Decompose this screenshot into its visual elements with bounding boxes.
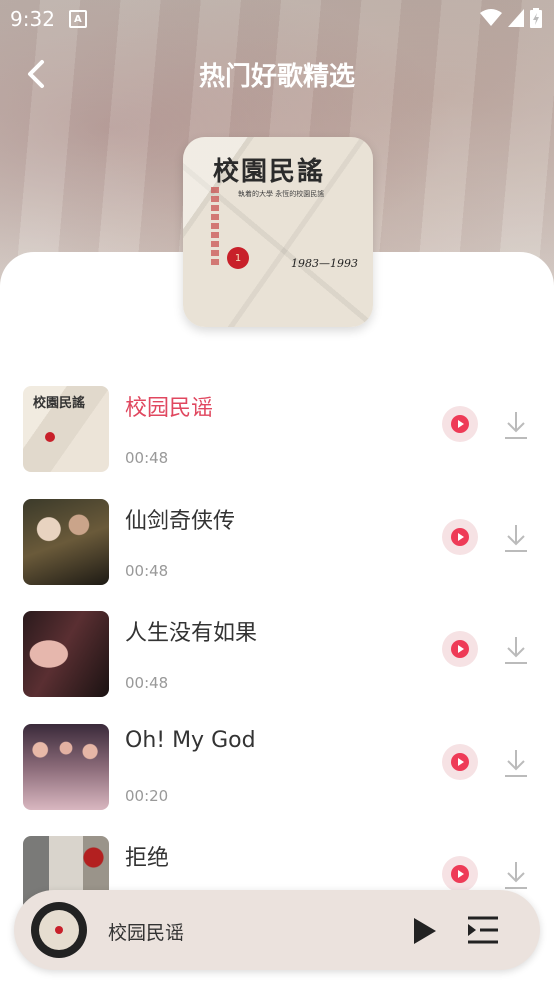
album-cover-decoration	[211, 187, 219, 267]
song-duration: 00:48	[125, 561, 169, 580]
song-title: 人生没有如果	[125, 621, 258, 646]
album-cover-art: 校園民謠 執着的大學 永恆的校園民謠 1 1983—1993	[183, 137, 373, 327]
download-icon[interactable]	[503, 635, 529, 665]
page-title: 热门好歌精选	[198, 62, 355, 92]
play-button[interactable]	[442, 743, 478, 780]
wifi-icon	[480, 9, 502, 26]
song-list: 校園民謠 校园民谣 00:48 仙剑奇侠传 00:48 人生没有如果 00:48…	[0, 378, 554, 941]
album-cover-title: 校園民謠	[213, 157, 326, 187]
download-icon[interactable]	[503, 860, 529, 890]
song-row[interactable]: Oh! My God 00:20	[0, 716, 554, 829]
mini-player-title: 校园民谣	[108, 922, 185, 944]
song-duration: 00:20	[125, 786, 169, 805]
play-button[interactable]	[442, 406, 478, 442]
song-title: Oh! My God	[125, 727, 256, 753]
battery-icon	[530, 8, 542, 28]
song-title: 拒绝	[125, 846, 170, 871]
song-row[interactable]: 仙剑奇侠传 00:48	[0, 491, 554, 604]
album-cover-years: 1983—1993	[291, 257, 358, 270]
notification-icon: A	[68, 10, 87, 28]
status-bar: 9:32 A	[0, 0, 554, 38]
play-icon	[451, 640, 469, 658]
download-icon[interactable]	[503, 523, 529, 553]
song-thumbnail	[23, 498, 109, 585]
app-bar: 热门好歌精选	[0, 46, 554, 102]
song-duration: 00:48	[125, 449, 169, 467]
song-thumbnail	[23, 611, 109, 697]
play-button[interactable]	[442, 518, 478, 555]
playlist-icon[interactable]	[466, 914, 500, 946]
mini-player-disc	[31, 902, 87, 958]
song-title: 校园民谣	[125, 396, 214, 421]
play-icon	[451, 752, 469, 771]
album-cover-badge: 1	[227, 247, 249, 269]
signal-icon	[508, 9, 524, 27]
album-cover-subtitle: 執着的大學 永恆的校園民謠	[238, 190, 325, 198]
song-title: 仙剑奇侠传	[125, 508, 236, 534]
play-icon	[451, 527, 469, 546]
song-duration: 00:48	[125, 674, 169, 692]
mini-player[interactable]: 校园民谣	[14, 890, 540, 970]
download-icon[interactable]	[503, 410, 529, 440]
play-button[interactable]	[442, 856, 478, 892]
play-button[interactable]	[442, 631, 478, 667]
song-thumbnail: 校園民謠	[23, 386, 109, 472]
song-thumbnail	[23, 723, 109, 810]
mini-player-art	[39, 910, 79, 950]
status-time: 9:32	[10, 7, 55, 31]
play-icon[interactable]	[410, 916, 440, 946]
play-icon	[451, 865, 469, 883]
song-row[interactable]: 人生没有如果 00:48	[0, 603, 554, 716]
play-icon	[451, 415, 469, 433]
download-icon[interactable]	[503, 748, 529, 778]
status-icons	[480, 8, 542, 28]
album-cover: 校園民謠 執着的大學 永恆的校園民謠 1 1983—1993	[183, 137, 373, 327]
song-row[interactable]: 校園民謠 校园民谣 00:48	[0, 378, 554, 491]
